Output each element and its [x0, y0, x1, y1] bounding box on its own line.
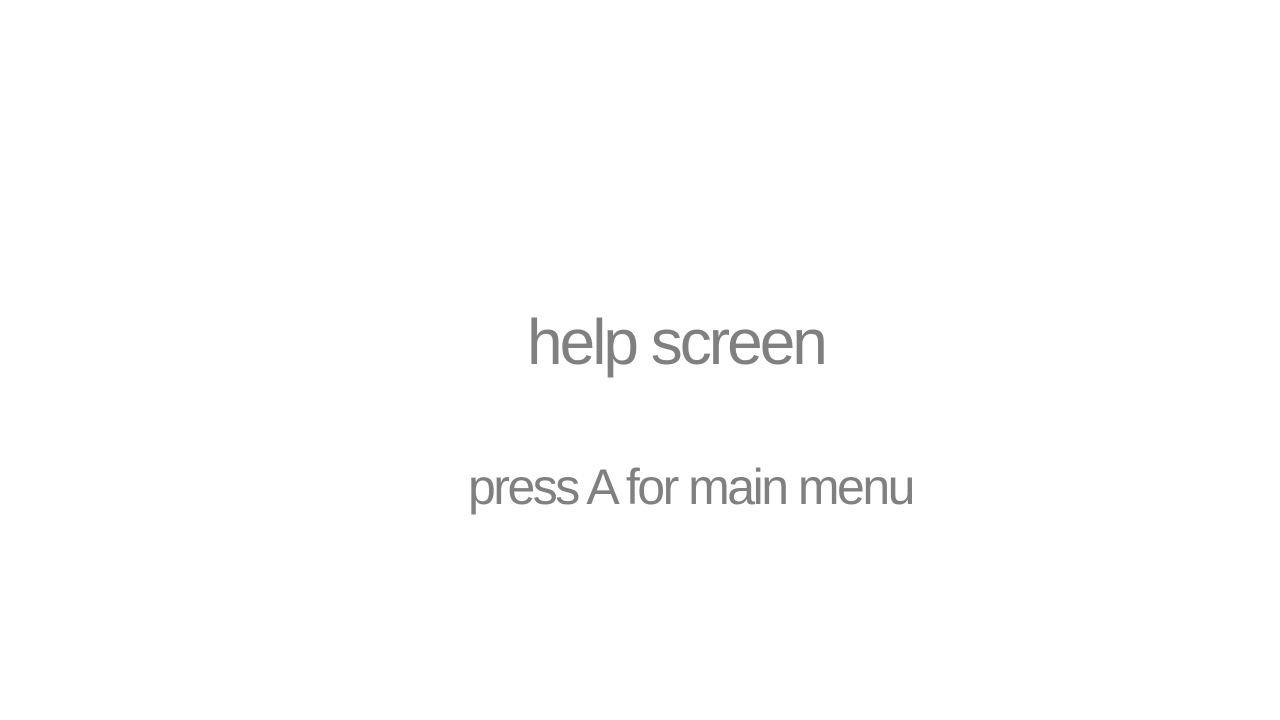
screen-title: help screen — [527, 306, 828, 378]
help-screen: help screen press A for main menu — [0, 0, 1280, 720]
main-menu-hint: press A for main menu — [468, 459, 915, 515]
